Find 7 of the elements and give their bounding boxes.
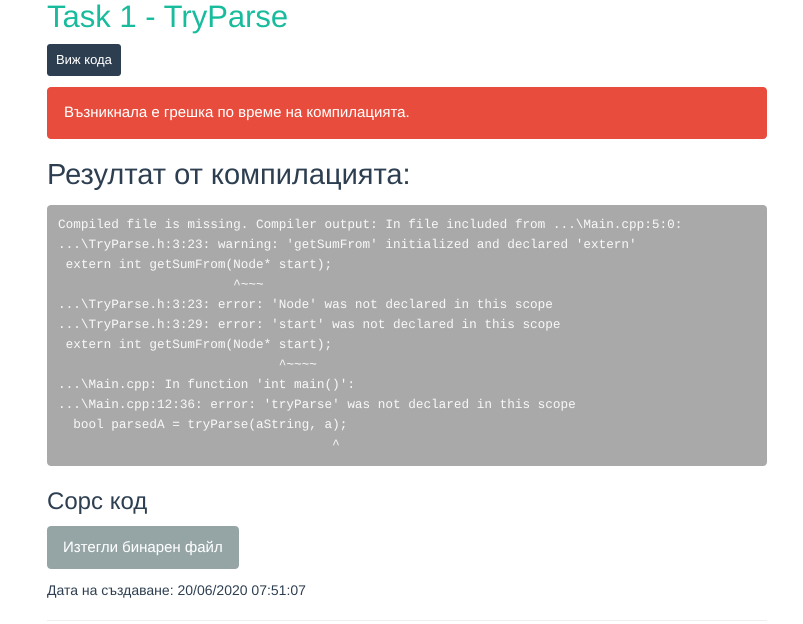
compiler-output: Compiled file is missing. Compiler output: In file included from ...\Main.cpp:5:0: ...\TryParse.h:3:23: warning: 'getSumFrom' initialized and declared 'extern' extern int getSumFrom(Node* start); ^~~~ ...\TryParse.h:3:23: error: 'Node' was not declared in this scope ...\TryParse.h:3:29: error: 'start' was not declared in this scope extern int getSumFrom(Node* start); ^~~~~ ...\Main.cpp: In function 'int main()': ...\Main.cpp:12:36: error: 'tryParse' was not declared in this scope bool parsedA = tryParse(aString, a); ^	[47, 204, 767, 466]
error-alert: Възникнала е грешка по време на компилацията.	[47, 87, 767, 140]
page-title: Task 1 - TryParse	[47, 0, 290, 34]
view-code-button[interactable]: Виж кода	[47, 44, 121, 76]
section-heading: Резултат от компилацията:	[47, 160, 412, 192]
section-heading: Сорс код	[47, 488, 148, 516]
creation-date: Дата на създаване: 20/06/2020 07:51:07	[47, 581, 307, 600]
